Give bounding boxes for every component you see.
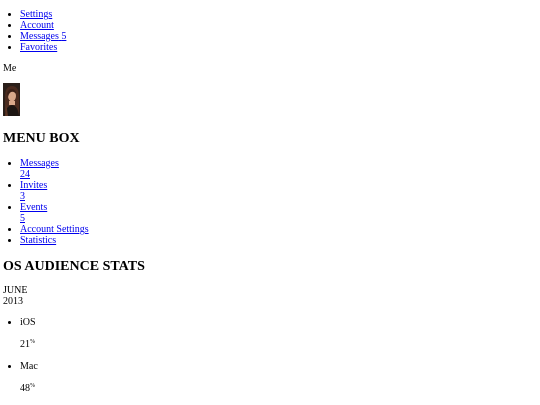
- menu-events-label: Events: [20, 202, 48, 213]
- menu-item-events: Events 5: [20, 202, 220, 224]
- favorites-link[interactable]: Favorites: [20, 42, 57, 53]
- menu-item-statistics: Statistics: [20, 235, 220, 246]
- nav-item-account: Account: [20, 20, 220, 31]
- menu-statistics-link[interactable]: Statistics: [20, 235, 56, 246]
- menu-messages-link[interactable]: Messages 24: [20, 158, 220, 180]
- messages-count-badge: 5: [61, 31, 67, 42]
- menu-invites-label: Invites: [20, 180, 48, 191]
- os-unit-ios: %: [30, 339, 35, 345]
- nav-item-favorites: Favorites: [20, 42, 220, 53]
- avatar-photo: [3, 83, 20, 116]
- menu-messages-label: Messages: [20, 158, 59, 169]
- menu-box-list: Messages 24 Invites 3 Events 5 Account S…: [0, 158, 220, 246]
- stats-month: JUNE: [3, 285, 28, 296]
- menu-item-messages: Messages 24: [20, 158, 220, 180]
- os-stat-ios: iOS 21%: [20, 317, 220, 361]
- menu-item-invites: Invites 3: [20, 180, 220, 202]
- nav-item-settings: Settings: [20, 9, 220, 20]
- menu-invites-count: 3: [20, 191, 25, 202]
- top-nav: Settings Account Messages 5 Favorites: [0, 9, 220, 53]
- os-name-mac: Mac: [20, 361, 38, 372]
- os-value-ios: 21: [20, 339, 30, 350]
- menu-account-settings-link[interactable]: Account Settings: [20, 224, 89, 235]
- menu-item-account-settings: Account Settings: [20, 224, 220, 235]
- messages-link[interactable]: Messages 5: [20, 31, 66, 42]
- menu-events-link[interactable]: Events 5: [20, 202, 220, 224]
- avatar[interactable]: [3, 83, 20, 116]
- menu-messages-count: 24: [20, 169, 30, 180]
- user-label: Me: [3, 63, 17, 74]
- os-unit-mac: %: [30, 383, 35, 389]
- os-stats-list: iOS 21% Mac 48%: [0, 317, 220, 405]
- menu-box-title: MENU BOX: [3, 131, 80, 146]
- menu-invites-link[interactable]: Invites 3: [20, 180, 220, 202]
- os-percent-mac: 48%: [20, 383, 220, 394]
- os-stats-title: OS AUDIENCE STATS: [3, 259, 145, 274]
- os-name-ios: iOS: [20, 317, 36, 328]
- os-stat-mac: Mac 48%: [20, 361, 220, 405]
- nav-item-messages: Messages 5: [20, 31, 220, 42]
- os-percent-ios: 21%: [20, 339, 220, 350]
- os-value-mac: 48: [20, 383, 30, 394]
- messages-link-label: Messages: [20, 31, 59, 42]
- menu-events-count: 5: [20, 213, 25, 224]
- settings-link[interactable]: Settings: [20, 9, 52, 20]
- account-link[interactable]: Account: [20, 20, 54, 31]
- stats-year: 2013: [3, 296, 23, 307]
